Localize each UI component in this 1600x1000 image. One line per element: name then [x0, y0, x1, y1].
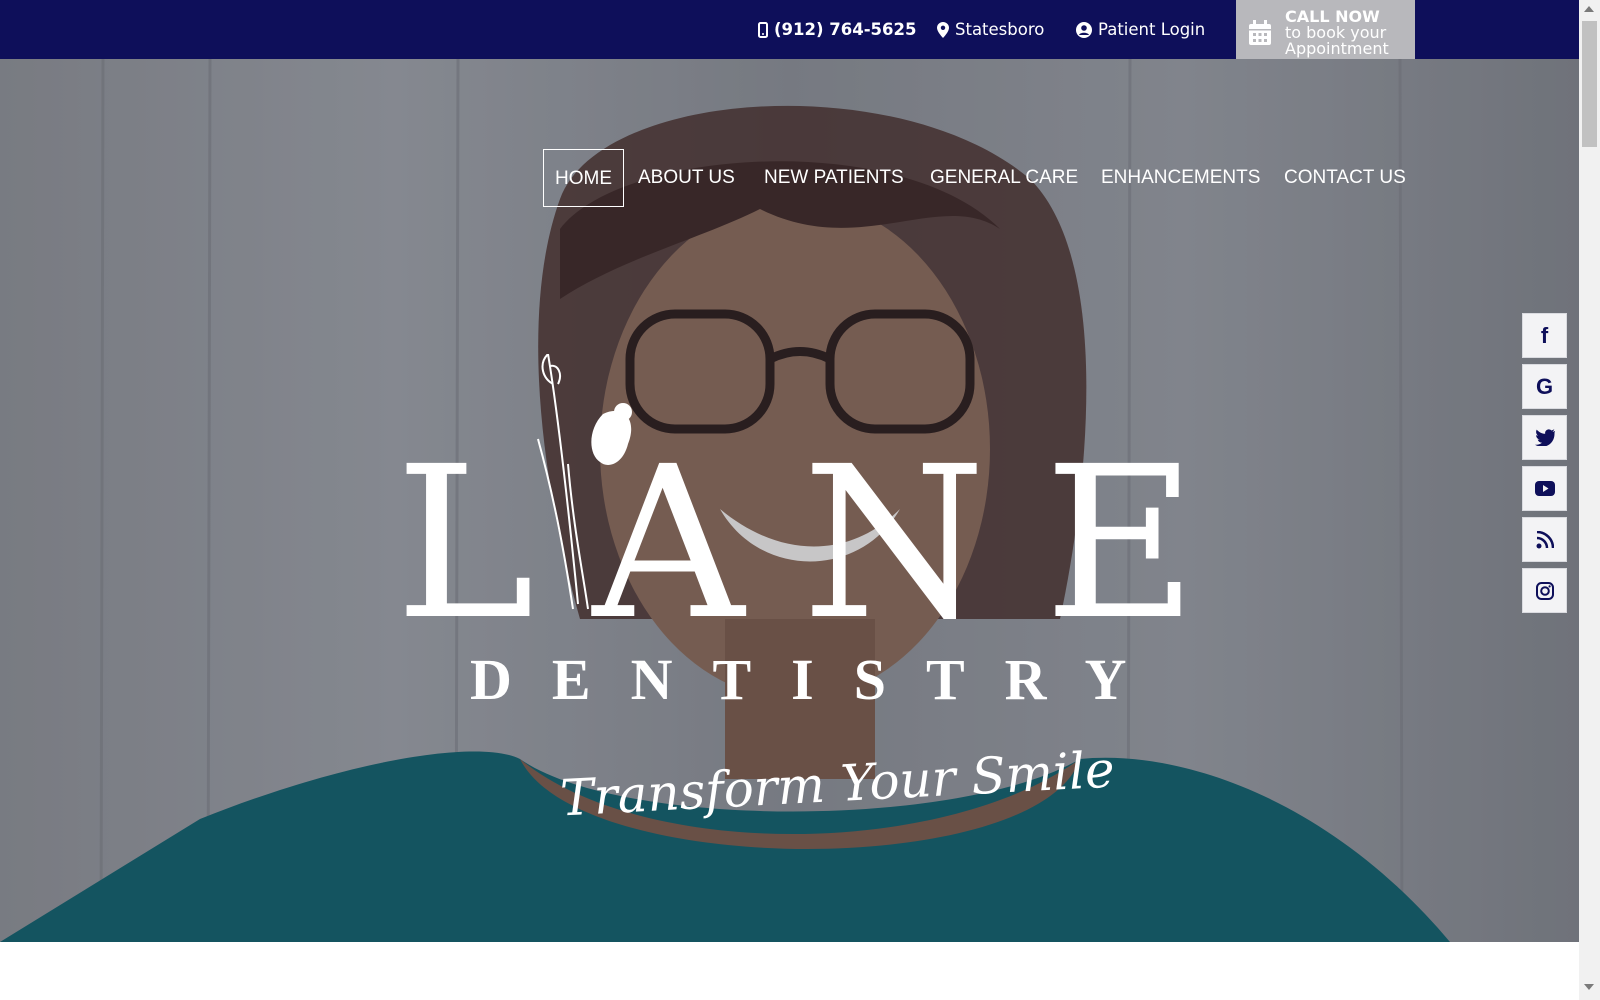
- page-scrollbar[interactable]: [1579, 0, 1600, 1000]
- bird-grass-logo-graphic: [537, 354, 632, 610]
- instagram-button[interactable]: [1522, 568, 1567, 613]
- map-marker-icon: [937, 21, 949, 38]
- calendar-icon: [1249, 20, 1271, 45]
- twitter-button[interactable]: [1522, 415, 1567, 460]
- logo-wordmark: LANE: [395, 421, 1256, 666]
- google-icon: G: [1535, 373, 1554, 399]
- patient-login-label: Patient Login: [1098, 20, 1206, 39]
- mobile-phone-icon: [758, 21, 768, 38]
- youtube-button[interactable]: [1522, 466, 1567, 511]
- nav-home[interactable]: HOME: [543, 149, 624, 207]
- twitter-icon: [1534, 429, 1555, 446]
- phone-link[interactable]: (912) 764-5625: [758, 0, 916, 59]
- call-now-button[interactable]: CALL NOW to book your Appointment: [1236, 0, 1415, 66]
- nav-about-us[interactable]: ABOUT US: [627, 149, 746, 207]
- youtube-icon: [1534, 481, 1555, 496]
- instagram-icon: [1535, 581, 1554, 600]
- nav-contact-us[interactable]: CONTACT US: [1273, 149, 1417, 207]
- hero-banner: HOME ABOUT US NEW PATIENTS GENERAL CARE …: [0, 59, 1579, 942]
- nav-new-patients[interactable]: NEW PATIENTS: [753, 149, 915, 207]
- scrollbar-thumb[interactable]: [1582, 21, 1597, 147]
- google-button[interactable]: G: [1522, 364, 1567, 409]
- top-bar: (912) 764-5625 Statesboro Patient Login …: [0, 0, 1579, 66]
- scroll-up-arrow-icon[interactable]: [1584, 6, 1594, 12]
- logo-subtitle: DENTISTRY: [470, 647, 1167, 712]
- cta-line-3: Appointment: [1285, 39, 1389, 58]
- user-circle-icon: [1076, 21, 1092, 38]
- scroll-down-arrow-icon[interactable]: [1584, 984, 1594, 990]
- nav-general-care[interactable]: GENERAL CARE: [919, 149, 1089, 207]
- nav-enhancements[interactable]: ENHANCEMENTS: [1090, 149, 1271, 207]
- rss-icon: [1536, 530, 1554, 548]
- facebook-button[interactable]: f: [1522, 313, 1567, 358]
- rss-button[interactable]: [1522, 517, 1567, 562]
- social-links: f G: [1522, 313, 1567, 619]
- facebook-icon: f: [1540, 322, 1549, 348]
- patient-login-link[interactable]: Patient Login: [1076, 0, 1205, 59]
- location-label: Statesboro: [955, 20, 1045, 39]
- phone-number: (912) 764-5625: [774, 20, 917, 39]
- location-link[interactable]: Statesboro: [937, 0, 1044, 59]
